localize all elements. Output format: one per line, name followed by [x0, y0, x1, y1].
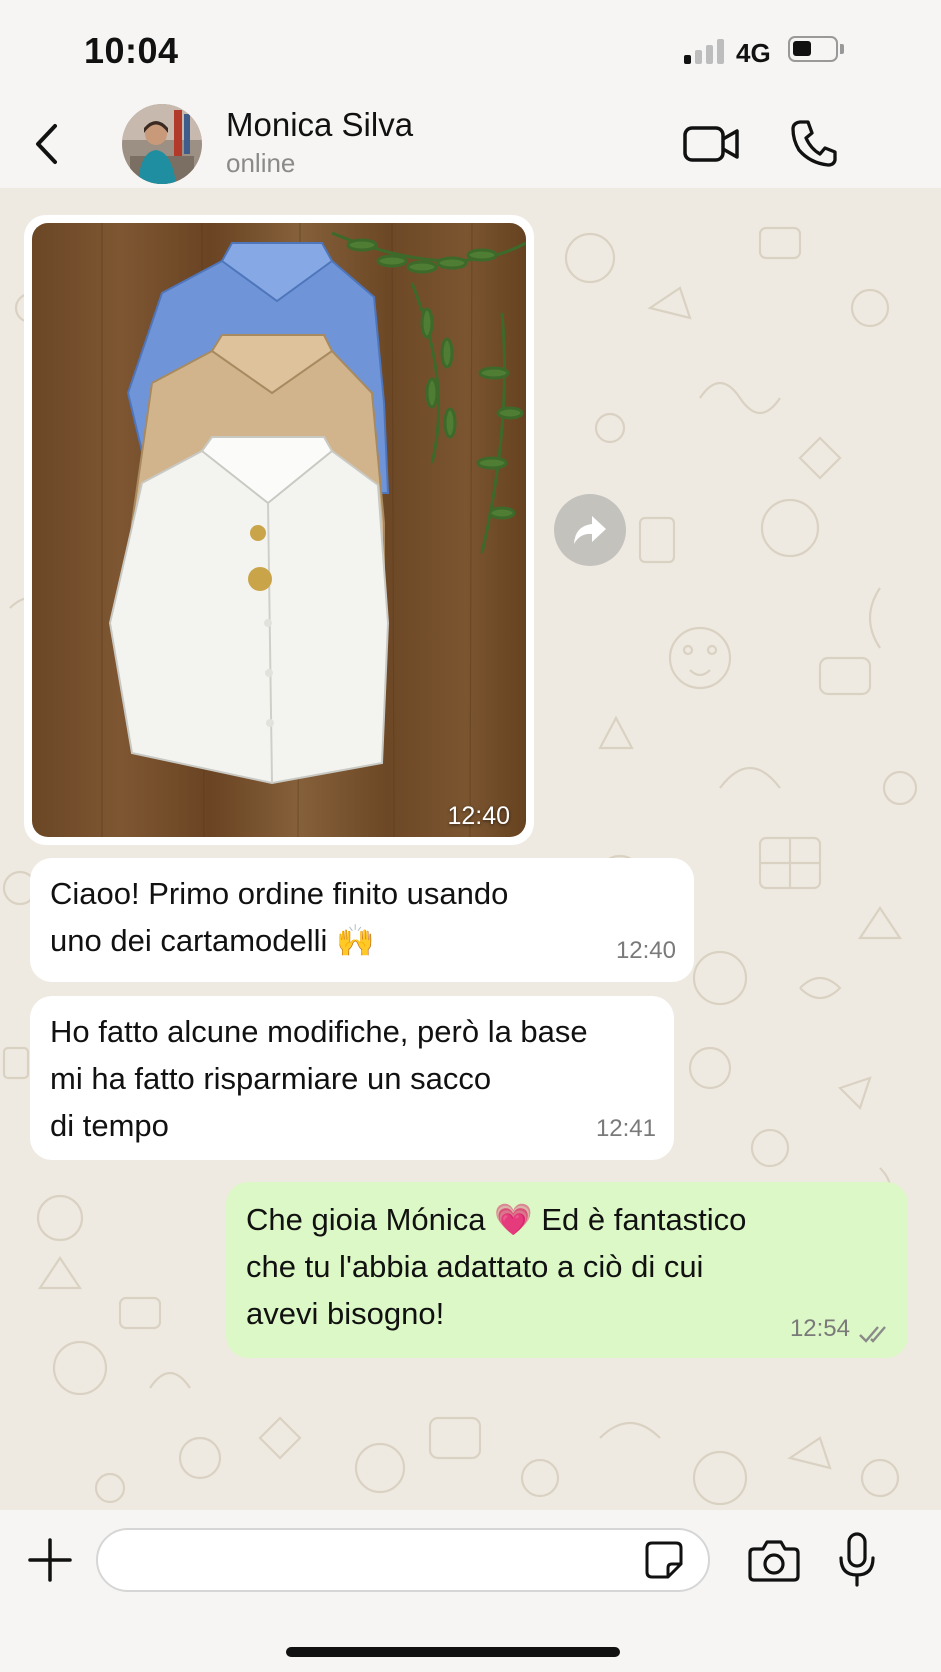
chat-area[interactable]: 12:40 Ciaoo! Primo ordine finito usando … [0, 188, 941, 1510]
voice-message-button[interactable] [838, 1532, 876, 1588]
message-time: 12:54 [789, 1315, 850, 1342]
camera-icon [748, 1540, 800, 1582]
battery-icon [788, 36, 838, 62]
avatar[interactable] [122, 104, 202, 184]
message-time: 12:40 [447, 802, 510, 830]
sticker-icon [645, 1541, 683, 1579]
phone-icon [791, 120, 837, 167]
back-button[interactable] [28, 118, 68, 170]
sticker-button[interactable] [644, 1540, 684, 1580]
video-camera-icon [683, 126, 739, 162]
image-message[interactable]: 12:40 [24, 215, 534, 845]
camera-button[interactable] [748, 1538, 800, 1582]
message-text: Ciaoo! Primo ordine finito usando uno de… [50, 876, 509, 958]
contact-status: online [226, 148, 296, 178]
status-time: 10:04 [84, 30, 179, 71]
chevron-left-icon [36, 124, 57, 164]
signal-strength-icon [684, 38, 726, 64]
message-time: 12:40 [615, 937, 676, 964]
double-check-icon [859, 1326, 886, 1343]
voice-call-button[interactable] [790, 118, 838, 168]
message-bubble-incoming[interactable]: Ho fatto alcune modifiche, però la base … [30, 996, 674, 1160]
chat-header: Monica Silva online [0, 100, 941, 188]
message-time: 12:41 [595, 1115, 656, 1142]
message-input[interactable] [96, 1528, 710, 1592]
forward-button[interactable] [554, 494, 626, 566]
status-bar: 10:04 4G [0, 0, 941, 100]
message-text: Ho fatto alcune modifiche, però la base … [50, 1014, 588, 1143]
message-bubble-outgoing[interactable]: Che gioia Mónica 💗 Ed è fantastico che t… [226, 1182, 908, 1358]
network-type: 4G [736, 38, 771, 68]
microphone-icon [839, 1532, 875, 1587]
message-photo[interactable]: 12:40 [32, 223, 526, 837]
contact-name[interactable]: Monica Silva [226, 106, 413, 144]
home-indicator [286, 1647, 620, 1657]
plus-icon [28, 1538, 72, 1582]
video-call-button[interactable] [682, 120, 742, 168]
attach-button[interactable] [28, 1538, 72, 1582]
forward-arrow-icon [574, 516, 606, 544]
message-bubble-incoming[interactable]: Ciaoo! Primo ordine finito usando uno de… [30, 858, 694, 982]
composer-bar [0, 1510, 941, 1672]
